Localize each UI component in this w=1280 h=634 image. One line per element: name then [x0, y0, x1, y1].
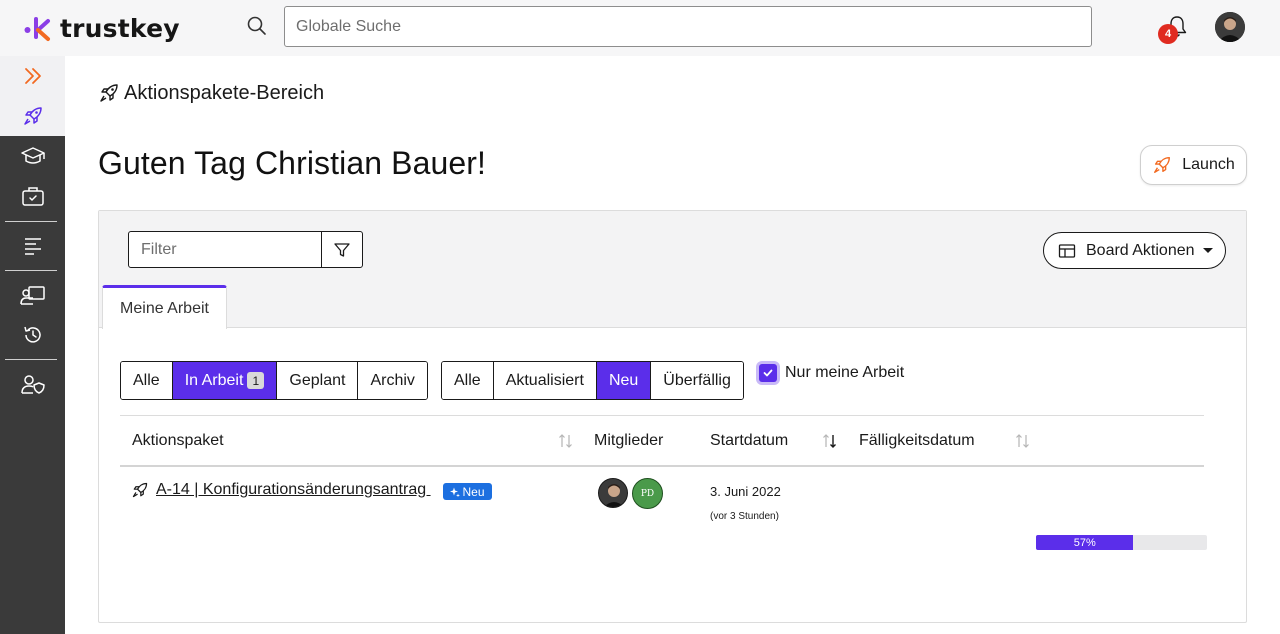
history-icon	[23, 326, 41, 343]
page-title: Guten Tag Christian Bauer!	[98, 145, 487, 181]
only-my-work-toggle[interactable]: Nur meine Arbeit	[759, 364, 904, 382]
status-filter-planned[interactable]: Geplant	[277, 362, 359, 399]
sidebar-divider	[5, 359, 57, 360]
checkmark-icon	[763, 369, 773, 377]
update-filter-group: Alle Aktualisiert Neu Überfällig	[441, 361, 744, 400]
update-filter-new[interactable]: Neu	[596, 362, 652, 399]
new-status-badge: Neu	[443, 483, 492, 500]
table-header-divider	[120, 465, 1204, 467]
sidebar-item-user-admin[interactable]	[0, 364, 65, 404]
trustkey-logo[interactable]: trustkey	[24, 12, 180, 44]
filter-button[interactable]	[321, 231, 363, 268]
rocket-icon	[132, 482, 148, 498]
filter-input[interactable]	[128, 231, 322, 268]
member-avatar-initials[interactable]: PD	[632, 478, 663, 509]
launch-button[interactable]: Launch	[1140, 145, 1247, 185]
filter-funnel-icon	[334, 242, 350, 257]
sidebar-divider	[5, 221, 57, 222]
action-package-link[interactable]: A-14 | Konfigurationsänderungsantrag	[156, 481, 431, 499]
brand-name: trustkey	[60, 13, 180, 43]
chevron-down-icon	[1202, 248, 1213, 253]
user-avatar-photo	[1215, 12, 1245, 42]
sort-descending-icon[interactable]	[821, 432, 839, 450]
column-header-due-date[interactable]: Fälligkeitsdatum	[859, 432, 975, 450]
tab-my-work[interactable]: Meine Arbeit	[102, 285, 227, 329]
progress-bar: 57%	[1036, 535, 1207, 550]
status-filter-in-progress-label: In Arbeit	[184, 371, 244, 389]
member-avatar-photo	[599, 479, 627, 507]
sort-icon[interactable]	[557, 432, 575, 450]
sidebar-expand-button[interactable]	[0, 56, 65, 96]
presentation-icon	[19, 286, 45, 305]
sparkle-icon	[450, 487, 461, 497]
sort-icon[interactable]	[1014, 432, 1032, 450]
launch-button-label: Launch	[1182, 156, 1235, 173]
breadcrumb-label: Aktionspakete-Bereich	[124, 81, 325, 104]
column-header-action-package[interactable]: Aktionspaket	[132, 432, 224, 450]
user-shield-icon	[20, 375, 45, 394]
sidebar-divider	[5, 270, 57, 271]
update-filter-updated[interactable]: Aktualisiert	[493, 362, 597, 399]
briefcase-icon	[21, 187, 44, 206]
breadcrumb: Aktionspakete-Bereich	[98, 81, 324, 105]
start-date: 3. Juni 2022	[710, 484, 781, 499]
status-filter-in-progress[interactable]: In Arbeit 1	[172, 362, 278, 399]
sidebar	[0, 56, 65, 634]
graduation-cap-icon	[20, 147, 45, 164]
in-progress-count-badge: 1	[247, 372, 265, 389]
column-header-start-date[interactable]: Startdatum	[710, 432, 788, 450]
status-filter-all[interactable]: Alle	[121, 362, 173, 399]
status-filter-group: Alle In Arbeit 1 Geplant Archiv	[120, 361, 428, 400]
only-my-work-label: Nur meine Arbeit	[785, 364, 905, 381]
board-actions-label: Board Aktionen	[1086, 241, 1195, 259]
top-bar: trustkey 4	[0, 0, 1280, 56]
rocket-icon	[23, 107, 42, 125]
sidebar-item-training[interactable]	[0, 136, 65, 176]
rocket-icon	[100, 84, 118, 102]
start-date-relative: (vor 3 Stunden)	[710, 511, 779, 522]
update-filter-all[interactable]: Alle	[442, 362, 494, 399]
new-status-badge-label: Neu	[462, 484, 485, 499]
member-avatar[interactable]	[598, 478, 628, 508]
user-avatar[interactable]	[1215, 12, 1245, 42]
sidebar-item-action-packages[interactable]	[0, 96, 65, 136]
board-header: Board Aktionen Meine Arbeit	[99, 211, 1246, 329]
rocket-icon	[1154, 157, 1171, 173]
notification-count-badge: 4	[1158, 24, 1178, 44]
update-filter-overdue[interactable]: Überfällig	[651, 362, 743, 399]
sidebar-item-presentation[interactable]	[0, 275, 65, 315]
status-filter-archive[interactable]: Archiv	[358, 362, 427, 399]
trustkey-logo-icon	[24, 17, 50, 41]
table-top-divider	[120, 415, 1204, 416]
sidebar-item-tasks[interactable]	[0, 176, 65, 216]
global-search-input[interactable]	[284, 6, 1092, 47]
sidebar-item-history[interactable]	[0, 315, 65, 355]
action-package-board: Board Aktionen Meine Arbeit Alle In Arbe…	[98, 210, 1247, 623]
search-icon[interactable]	[246, 15, 268, 37]
list-icon	[24, 238, 41, 255]
sidebar-item-list[interactable]	[0, 226, 65, 266]
progress-label: 57%	[1073, 536, 1096, 549]
board-actions-dropdown[interactable]: Board Aktionen	[1043, 232, 1226, 269]
board-layout-icon	[1058, 243, 1076, 258]
only-my-work-checkbox[interactable]	[759, 364, 777, 382]
column-header-members: Mitglieder	[594, 432, 664, 449]
chevrons-right-icon	[24, 68, 41, 84]
